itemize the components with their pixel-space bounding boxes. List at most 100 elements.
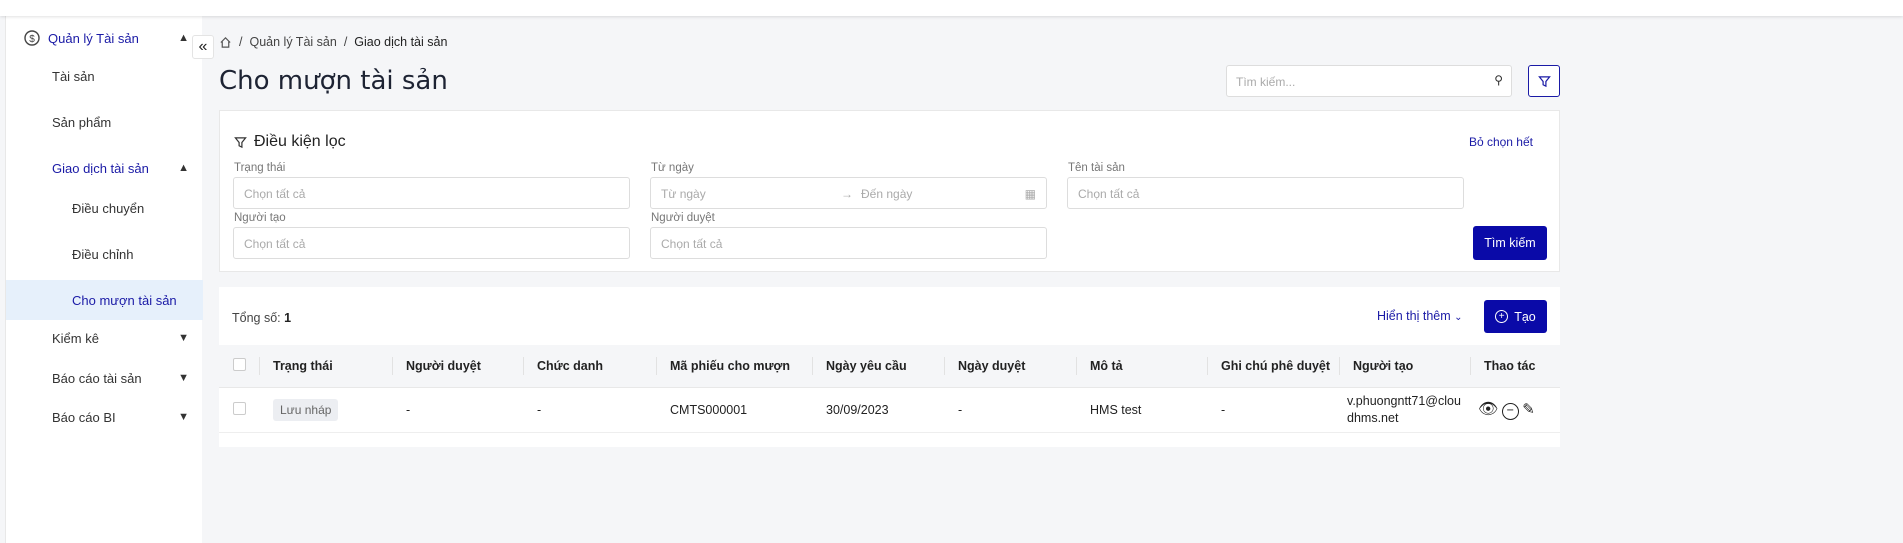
creator-label: Người tạo xyxy=(234,212,286,224)
placeholder: Chọn tất cả xyxy=(661,237,723,251)
column-header[interactable]: Ngày duyệt xyxy=(944,345,1076,388)
request-date-cell: 30/09/2023 xyxy=(812,387,944,433)
column-header[interactable]: Mô tả xyxy=(1076,345,1207,388)
calendar-icon[interactable]: ▦ xyxy=(1025,187,1036,201)
column-header: Thao tác xyxy=(1470,345,1560,388)
sidebar-item-label: Tài sản xyxy=(52,68,95,84)
note-cell: - xyxy=(1207,387,1339,433)
clear-all-link[interactable]: Bỏ chọn hết xyxy=(1469,135,1533,149)
breadcrumb: / Quản lý Tài sản / Giao dịch tài sản xyxy=(219,35,447,49)
breadcrumb-item[interactable]: Quản lý Tài sản xyxy=(249,35,336,49)
plus-circle-icon: + xyxy=(1495,310,1509,323)
date-range-picker[interactable]: Từ ngày → Đến ngày ▦ xyxy=(650,177,1047,209)
view-icon[interactable]: 👁 xyxy=(1478,401,1498,418)
home-icon[interactable] xyxy=(219,36,232,49)
status-label: Trạng thái xyxy=(234,162,286,174)
creator-cell: v.phuongntt71@cloudhms.net xyxy=(1339,387,1470,433)
top-bar xyxy=(0,0,1903,16)
page-title: Cho mượn tài sản xyxy=(219,66,448,96)
chevron-up-icon: ▲ xyxy=(178,162,189,174)
chevron-down-icon: ▼ xyxy=(178,332,189,344)
filter-panel: Điều kiện lọc Bỏ chọn hết Trạng thái Chọ… xyxy=(219,110,1560,272)
search-placeholder: Tìm kiếm... xyxy=(1236,75,1296,89)
filter-icon xyxy=(234,136,247,148)
placeholder: Chọn tất cả xyxy=(1078,187,1140,201)
sidebar-item-label: Báo cáo tài sản xyxy=(52,370,142,386)
from-date-input[interactable]: Từ ngày xyxy=(661,187,841,201)
column-header[interactable]: Ngày yêu cầu xyxy=(812,345,944,388)
column-header[interactable]: Ghi chú phê duyệt xyxy=(1207,345,1339,388)
sidebar-item-bi-reports[interactable]: Báo cáo BI ▼ xyxy=(6,397,203,437)
column-header[interactable]: Trạng thái xyxy=(259,345,392,388)
total-count: Tổng số: 1 xyxy=(232,311,291,325)
filter-icon xyxy=(1537,75,1551,87)
asset-name-label: Tên tài sản xyxy=(1068,162,1125,174)
chevron-up-icon: ▲ xyxy=(178,32,189,44)
job-title-cell: - xyxy=(523,387,656,433)
svg-text:$: $ xyxy=(29,34,35,45)
create-label: Tạo xyxy=(1514,309,1536,324)
filter-title: Điều kiện lọc xyxy=(254,133,346,150)
sidebar-item-label: Giao dịch tài sản xyxy=(52,160,149,176)
sidebar-item-label: Điều chỉnh xyxy=(72,246,134,262)
column-header[interactable]: Mã phiếu cho mượn xyxy=(656,345,812,388)
placeholder: Chọn tất cả xyxy=(244,237,306,251)
lending-table: Trạng thái Người duyệt Chức danh Mã phiế… xyxy=(219,345,1560,433)
cancel-circle-icon[interactable]: − xyxy=(1501,402,1519,420)
sidebar-item-inventory[interactable]: Kiểm kê ▼ xyxy=(6,318,203,358)
total-label: Tổng số: xyxy=(232,311,281,325)
show-more-label: Hiển thị thêm xyxy=(1377,309,1451,323)
code-cell[interactable]: CMTS000001 xyxy=(656,387,812,433)
collapse-sidebar-button[interactable]: « xyxy=(192,35,214,59)
asset-name-select[interactable]: Chọn tất cả xyxy=(1067,177,1464,209)
column-header[interactable]: Người duyệt xyxy=(392,345,523,388)
status-cell: Lưu nháp xyxy=(259,387,392,433)
sidebar-item-label: Kiểm kê xyxy=(52,330,99,346)
sidebar-item-asset-transactions[interactable]: Giao dịch tài sản ▲ xyxy=(6,148,203,188)
select-all-checkbox[interactable] xyxy=(219,345,259,388)
chevron-down-icon: ⌄ xyxy=(1454,312,1463,323)
sidebar-item-asset-lending[interactable]: Cho mượn tài sản xyxy=(6,280,203,320)
column-header[interactable]: Người tạo xyxy=(1339,345,1470,388)
create-button[interactable]: + Tạo xyxy=(1484,300,1547,333)
sidebar-item-assets[interactable]: Tài sản xyxy=(6,56,203,96)
double-chevron-left-icon: « xyxy=(198,38,208,55)
sidebar-item-asset-management[interactable]: $ Quản lý Tài sản ▲ xyxy=(6,18,203,58)
description-cell: HMS test xyxy=(1076,387,1207,433)
results-panel: Tổng số: 1 Hiển thị thêm ⌄ + Tạo Trạng th… xyxy=(219,287,1560,447)
chevron-down-icon: ▼ xyxy=(178,411,189,423)
sidebar-item-transfer[interactable]: Điều chuyển xyxy=(6,188,203,228)
sidebar-item-label: Quản lý Tài sản xyxy=(48,30,139,46)
approve-date-cell: - xyxy=(944,387,1076,433)
sidebar-item-label: Sản phẩm xyxy=(52,114,112,130)
sidebar: $ Quản lý Tài sản ▲ Tài sản Sản phẩm Gia… xyxy=(5,16,203,543)
search-icon[interactable]: ⚲ xyxy=(1494,73,1503,87)
breadcrumb-item[interactable]: Giao dịch tài sản xyxy=(354,35,447,49)
chevron-down-icon: ▼ xyxy=(178,372,189,384)
to-date-input[interactable]: Đến ngày xyxy=(861,187,1025,201)
placeholder: Chọn tất cả xyxy=(244,187,306,201)
column-header[interactable]: Chức danh xyxy=(523,345,656,388)
status-select[interactable]: Chọn tất cả xyxy=(233,177,630,209)
from-date-label: Từ ngày xyxy=(651,162,694,174)
table-row[interactable]: Lưu nháp - - CMTS000001 30/09/2023 - HMS… xyxy=(219,387,1560,433)
sidebar-item-label: Cho mượn tài sản xyxy=(72,292,177,308)
row-checkbox[interactable] xyxy=(219,387,259,433)
breadcrumb-separator: / xyxy=(239,35,243,49)
show-more-dropdown[interactable]: Hiển thị thêm ⌄ xyxy=(1377,309,1463,323)
sidebar-item-label: Báo cáo BI xyxy=(52,409,116,425)
search-input[interactable]: Tìm kiếm... ⚲ xyxy=(1226,65,1512,97)
approver-select[interactable]: Chọn tất cả xyxy=(650,227,1047,259)
search-button[interactable]: Tìm kiếm xyxy=(1473,226,1547,260)
creator-select[interactable]: Chọn tất cả xyxy=(233,227,630,259)
table-header: Trạng thái Người duyệt Chức danh Mã phiế… xyxy=(219,345,1560,388)
sidebar-item-products[interactable]: Sản phẩm xyxy=(6,102,203,142)
actions-cell: 👁 − ✎ xyxy=(1470,387,1560,433)
arrow-right-icon: → xyxy=(841,187,853,201)
approver-label: Người duyệt xyxy=(651,212,715,224)
sidebar-item-adjustment[interactable]: Điều chỉnh xyxy=(6,234,203,274)
breadcrumb-separator: / xyxy=(343,35,348,49)
filter-toggle-button[interactable] xyxy=(1528,65,1560,97)
edit-icon[interactable]: ✎ xyxy=(1522,401,1535,418)
sidebar-item-asset-reports[interactable]: Báo cáo tài sản ▼ xyxy=(6,358,203,398)
